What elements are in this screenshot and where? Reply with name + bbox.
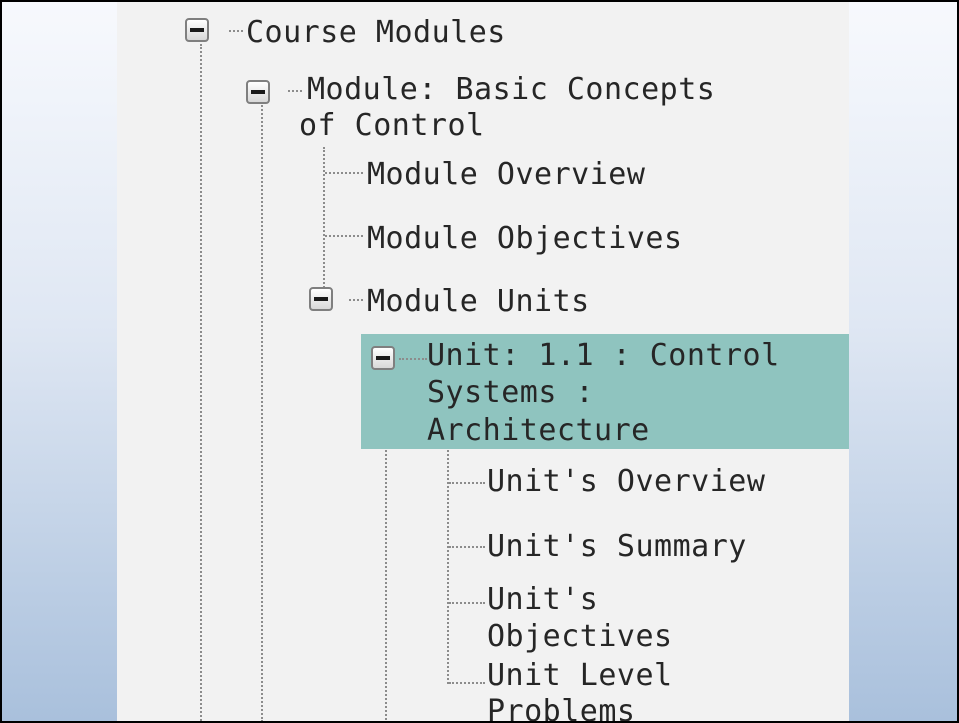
tree-connector bbox=[261, 102, 263, 721]
tree-node-unit-level-problems-line1[interactable]: Unit Level bbox=[487, 658, 673, 693]
tree-connector bbox=[288, 90, 302, 92]
minus-box-icon bbox=[376, 356, 390, 360]
tree-node-units-objectives-line1[interactable]: Unit's bbox=[487, 582, 598, 617]
collapse-unit-button[interactable] bbox=[371, 346, 395, 370]
tree-connector bbox=[323, 147, 325, 292]
minus-box-icon bbox=[251, 90, 265, 94]
tree-node-module-line2[interactable]: of Control bbox=[299, 108, 485, 143]
tree-connector bbox=[449, 602, 485, 604]
course-tree-panel: Course Modules Module: Basic Concepts of… bbox=[117, 2, 849, 721]
tree-connector bbox=[449, 482, 485, 484]
tree-node-module-objectives[interactable]: Module Objectives bbox=[367, 221, 683, 256]
tree-node-units-overview[interactable]: Unit's Overview bbox=[487, 464, 765, 499]
tree-node-module-units[interactable]: Module Units bbox=[367, 284, 590, 319]
tree-node-units-summary[interactable]: Unit's Summary bbox=[487, 529, 747, 564]
tree-node-unit-line1[interactable]: Unit: 1.1 : Control bbox=[427, 338, 780, 373]
minus-box-icon bbox=[190, 28, 204, 32]
tree-node-unit-level-problems-line2[interactable]: Problems bbox=[487, 694, 636, 721]
tree-connector bbox=[449, 546, 485, 548]
minus-box-icon bbox=[314, 297, 328, 301]
tree-connector bbox=[200, 44, 202, 721]
tree-connector bbox=[449, 682, 485, 684]
tree-node-module-line1[interactable]: Module: Basic Concepts bbox=[307, 72, 715, 107]
tree-node-module-overview[interactable]: Module Overview bbox=[367, 157, 645, 192]
tree-node-course-modules[interactable]: Course Modules bbox=[246, 15, 506, 50]
collapse-course-modules-button[interactable] bbox=[185, 18, 209, 42]
tree-connector bbox=[399, 358, 427, 360]
tree-connector bbox=[325, 235, 363, 237]
tree-node-unit-line3[interactable]: Architecture bbox=[427, 413, 650, 448]
tree-connector bbox=[325, 172, 363, 174]
tree-connector bbox=[447, 450, 449, 684]
collapse-module-units-button[interactable] bbox=[309, 287, 333, 311]
tree-node-unit-line2[interactable]: Systems : bbox=[427, 375, 594, 410]
tree-connector bbox=[229, 30, 243, 32]
window-frame: Course Modules Module: Basic Concepts of… bbox=[0, 0, 959, 723]
tree-node-units-objectives-line2[interactable]: Objectives bbox=[487, 619, 673, 654]
tree-connector bbox=[349, 299, 363, 301]
collapse-module-button[interactable] bbox=[246, 80, 270, 104]
